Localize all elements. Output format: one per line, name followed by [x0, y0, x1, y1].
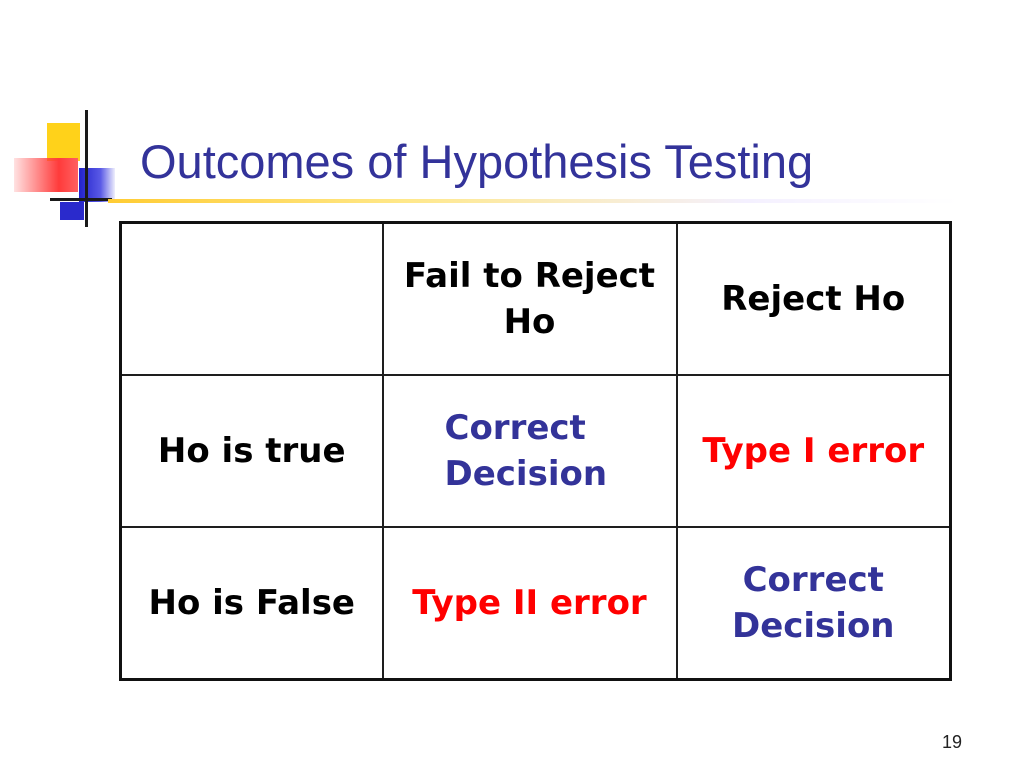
- outcome-cell-correct-decision: Correct Decision: [675, 526, 952, 681]
- outcome-cell-correct-decision: Correct Decision: [381, 374, 678, 528]
- slide-logo-decoration: [0, 0, 140, 240]
- table-row: Ho is true Correct Decision Type I error: [119, 374, 952, 528]
- outcome-cell-type-ii-error: Type II error: [381, 526, 678, 681]
- outcome-label: Correct Decision: [444, 408, 608, 494]
- logo-red-square: [14, 158, 78, 192]
- column-header-fail-to-reject: Fail to Reject Ho: [381, 221, 678, 376]
- row-label-ho-true: Ho is true: [119, 374, 384, 528]
- outcome-label: Correct Decision: [731, 560, 895, 646]
- row-label-ho-false: Ho is False: [119, 526, 384, 681]
- column-header-label: Fail to Reject Ho: [403, 256, 656, 342]
- slide-title: Outcomes of Hypothesis Testing: [140, 135, 814, 188]
- title-underline: [108, 199, 958, 203]
- logo-blue-block: [60, 202, 84, 220]
- logo-yellow-square: [47, 123, 80, 161]
- column-header-label: Reject Ho: [721, 279, 906, 319]
- outcome-cell-type-i-error: Type I error: [675, 374, 952, 528]
- logo-vertical-line: [85, 110, 88, 227]
- outcomes-table: Fail to Reject Ho Reject Ho Ho is true C…: [119, 221, 952, 681]
- table-row: Ho is False Type II error Correct Decisi…: [119, 526, 952, 681]
- logo-horizontal-line: [50, 198, 112, 201]
- column-header-reject: Reject Ho: [675, 221, 952, 376]
- header-empty-cell: [119, 221, 384, 376]
- table-header-row: Fail to Reject Ho Reject Ho: [119, 221, 952, 376]
- page-number: 19: [941, 732, 962, 752]
